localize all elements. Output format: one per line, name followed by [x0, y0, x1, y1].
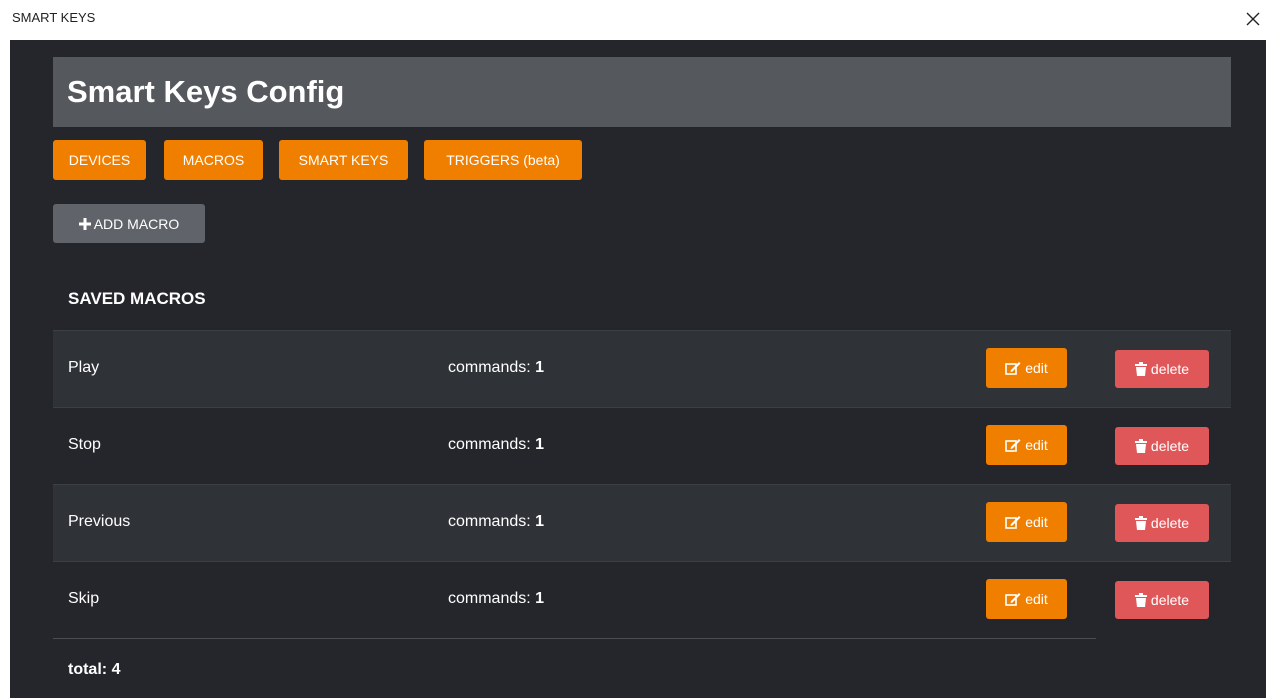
page-title: Smart Keys Config — [67, 74, 345, 109]
total-count: total: 4 — [68, 661, 121, 678]
edit-label: edit — [1025, 514, 1048, 530]
trash-icon — [1134, 362, 1147, 376]
edit-icon — [1005, 362, 1021, 375]
edit-icon — [1005, 593, 1021, 606]
delete-label: delete — [1150, 361, 1190, 377]
edit-button[interactable]: edit — [986, 425, 1067, 465]
delete-button[interactable]: delete — [1115, 581, 1209, 619]
delete-button[interactable]: delete — [1115, 350, 1209, 388]
macro-commands: commands: 1 — [448, 359, 545, 376]
delete-label: delete — [1150, 515, 1190, 531]
close-button[interactable] — [1240, 6, 1266, 32]
edit-icon — [1005, 516, 1021, 529]
delete-label: delete — [1150, 592, 1190, 608]
tab-macros[interactable]: MACROS — [164, 140, 263, 180]
tab-triggers[interactable]: TRIGGERS (beta) — [424, 140, 582, 180]
close-icon — [1246, 12, 1260, 26]
table-row: Skip commands: 1 edit delete — [53, 561, 1231, 638]
table-row: Play commands: 1 edit delete — [53, 330, 1231, 407]
delete-button[interactable]: delete — [1115, 504, 1209, 542]
page-header: Smart Keys Config — [53, 57, 1231, 127]
title-bar: SMART KEYS — [0, 0, 1276, 40]
plus-icon — [78, 217, 91, 230]
table-row: Previous commands: 1 edit delete — [53, 484, 1231, 561]
table-row: Stop commands: 1 edit delete — [53, 407, 1231, 484]
edit-label: edit — [1025, 437, 1048, 453]
edit-label: edit — [1025, 360, 1048, 376]
edit-button[interactable]: edit — [986, 348, 1067, 388]
macro-name: Play — [68, 359, 100, 376]
divider — [53, 638, 1096, 639]
trash-icon — [1134, 593, 1147, 607]
main-content: Smart Keys Config DEVICES MACROS SMART K… — [10, 40, 1266, 698]
macro-name: Previous — [68, 513, 131, 530]
delete-label: delete — [1150, 438, 1190, 454]
edit-button[interactable]: edit — [986, 579, 1067, 619]
edit-icon — [1005, 439, 1021, 452]
trash-icon — [1134, 439, 1147, 453]
tab-devices[interactable]: DEVICES — [53, 140, 146, 180]
macro-name: Stop — [68, 436, 101, 453]
delete-button[interactable]: delete — [1115, 427, 1209, 465]
macro-name: Skip — [68, 590, 100, 607]
section-title: SAVED MACROS — [68, 289, 206, 308]
trash-icon — [1134, 516, 1147, 530]
macro-commands: commands: 1 — [448, 436, 545, 453]
macro-list: Play commands: 1 edit delete Stop comman… — [53, 330, 1231, 638]
macro-commands: commands: 1 — [448, 513, 545, 530]
add-macro-label: ADD MACRO — [93, 215, 180, 232]
window-title: SMART KEYS — [12, 10, 96, 25]
add-macro-button[interactable]: ADD MACRO — [53, 204, 205, 243]
edit-button[interactable]: edit — [986, 502, 1067, 542]
macro-commands: commands: 1 — [448, 590, 545, 607]
tab-smart-keys[interactable]: SMART KEYS — [279, 140, 408, 180]
edit-label: edit — [1025, 591, 1048, 607]
